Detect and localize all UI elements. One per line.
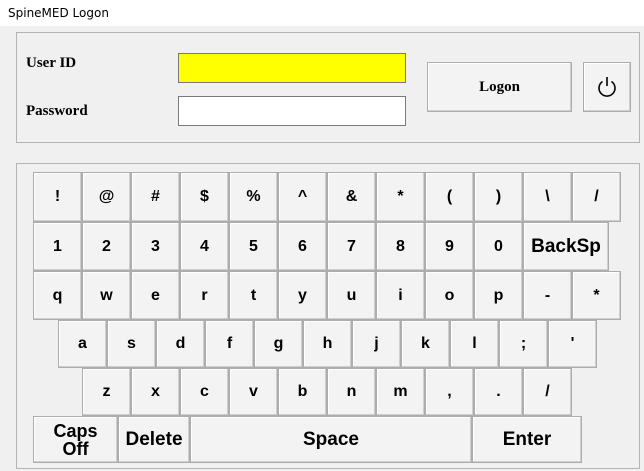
key-hash[interactable]: #	[131, 172, 180, 222]
key-t[interactable]: t	[229, 271, 278, 320]
key-k[interactable]: k	[401, 320, 450, 368]
key-backslash[interactable]: \	[523, 172, 572, 222]
key-8[interactable]: 8	[376, 222, 425, 271]
key-0[interactable]: 0	[474, 222, 523, 271]
key-open-paren[interactable]: (	[425, 172, 474, 222]
key-z[interactable]: z	[82, 368, 131, 416]
key-space[interactable]: Space	[190, 416, 472, 463]
key-5[interactable]: 5	[229, 222, 278, 271]
key-percent[interactable]: %	[229, 172, 278, 222]
key-d[interactable]: d	[156, 320, 205, 368]
key-9[interactable]: 9	[425, 222, 474, 271]
power-button[interactable]	[583, 62, 631, 112]
key-n[interactable]: n	[327, 368, 376, 416]
key-dollar[interactable]: $	[180, 172, 229, 222]
key-delete[interactable]: Delete	[118, 416, 190, 463]
key-c[interactable]: c	[180, 368, 229, 416]
key-e[interactable]: e	[131, 271, 180, 320]
key-s[interactable]: s	[107, 320, 156, 368]
key-backsp[interactable]: BackSp	[523, 222, 609, 271]
key-caret[interactable]: ^	[278, 172, 327, 222]
logon-button[interactable]: Logon	[427, 62, 572, 112]
key-i[interactable]: i	[376, 271, 425, 320]
key-semicolon[interactable]: ;	[499, 320, 548, 368]
key-close-paren[interactable]: )	[474, 172, 523, 222]
key-m[interactable]: m	[376, 368, 425, 416]
key-4[interactable]: 4	[180, 222, 229, 271]
key-g[interactable]: g	[254, 320, 303, 368]
key-2[interactable]: 2	[82, 222, 131, 271]
title-bar: SpineMED Logon	[0, 0, 644, 26]
key-l[interactable]: l	[450, 320, 499, 368]
key-w[interactable]: w	[82, 271, 131, 320]
key-o[interactable]: o	[425, 271, 474, 320]
key-asterisk[interactable]: *	[376, 172, 425, 222]
key-ampersand[interactable]: &	[327, 172, 376, 222]
key-r[interactable]: r	[180, 271, 229, 320]
caps-key-text: Caps	[53, 420, 98, 441]
key-3[interactable]: 3	[131, 222, 180, 271]
key-v[interactable]: v	[229, 368, 278, 416]
key-comma[interactable]: ,	[425, 368, 474, 416]
user-id-label: User ID	[26, 55, 77, 71]
key-exclamation[interactable]: !	[33, 172, 82, 222]
key-enter[interactable]: Enter	[472, 416, 582, 463]
key-slash[interactable]: /	[572, 172, 621, 222]
window-title: SpineMED Logon	[8, 6, 109, 20]
key-6[interactable]: 6	[278, 222, 327, 271]
key-b[interactable]: b	[278, 368, 327, 416]
user-id-field[interactable]	[178, 53, 406, 83]
key-7[interactable]: 7	[327, 222, 376, 271]
key-1[interactable]: 1	[33, 222, 82, 271]
caps-key-text: Off	[62, 438, 89, 459]
key-a[interactable]: a	[58, 320, 107, 368]
key-asterisk[interactable]: *	[572, 271, 621, 320]
key-u[interactable]: u	[327, 271, 376, 320]
key-h[interactable]: h	[303, 320, 352, 368]
key-slash[interactable]: /	[523, 368, 572, 416]
key-j[interactable]: j	[352, 320, 401, 368]
key-p[interactable]: p	[474, 271, 523, 320]
key-f[interactable]: f	[205, 320, 254, 368]
password-field[interactable]	[178, 96, 406, 126]
key-apostrophe[interactable]: '	[548, 320, 597, 368]
key-at[interactable]: @	[82, 172, 131, 222]
key-minus[interactable]: -	[523, 271, 572, 320]
key-x[interactable]: x	[131, 368, 180, 416]
password-label: Password	[26, 103, 88, 119]
power-icon	[594, 74, 620, 100]
key-period[interactable]: .	[474, 368, 523, 416]
key-y[interactable]: y	[278, 271, 327, 320]
key-caps-off[interactable]: Caps Off	[33, 416, 118, 463]
key-q[interactable]: q	[33, 271, 82, 320]
